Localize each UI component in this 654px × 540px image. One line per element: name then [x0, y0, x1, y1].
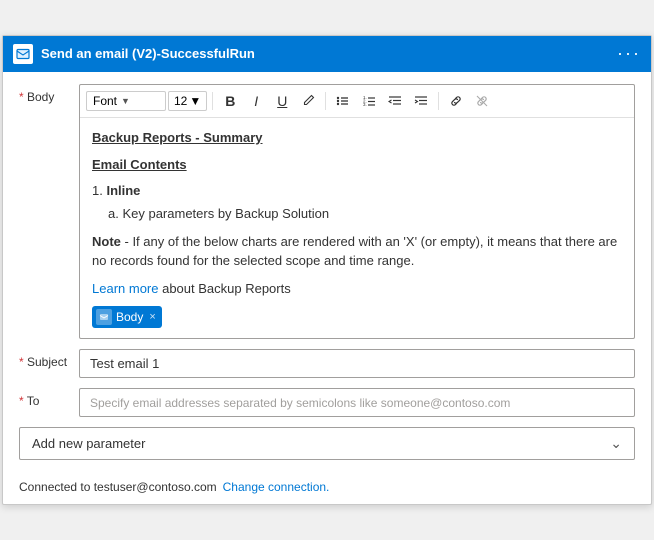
learn-more-line: Learn more about Backup Reports	[92, 279, 622, 299]
to-label: * To	[19, 388, 79, 408]
toolbar-separator-1	[212, 92, 213, 110]
to-input[interactable]	[79, 388, 635, 417]
bold-button[interactable]: B	[218, 89, 242, 113]
connection-status: Connected to testuser@contoso.com	[19, 480, 217, 494]
header-more-button[interactable]: ···	[617, 43, 641, 64]
editor-wrapper: Font ▼ 12 ▼ B I U	[79, 84, 635, 340]
size-chevron-icon: ▼	[189, 94, 201, 108]
token-close-button[interactable]: ×	[149, 309, 155, 326]
change-connection-link[interactable]: Change connection.	[223, 480, 330, 494]
card-body: * Body Font ▼ 12 ▼ B	[3, 72, 651, 475]
toolbar-separator-3	[438, 92, 439, 110]
to-control	[79, 388, 635, 417]
learn-more-suffix: about Backup Reports	[158, 281, 290, 296]
unlink-button[interactable]	[470, 89, 494, 113]
token-label: Body	[116, 308, 143, 326]
body-editor-wrapper: Font ▼ 12 ▼ B I U	[79, 84, 635, 340]
list-item-1: 1. Inline	[92, 181, 622, 201]
header-left: Send an email (V2)-SuccessfulRun	[13, 44, 255, 64]
card-header: Send an email (V2)-SuccessfulRun ···	[3, 36, 651, 72]
svg-text:3.: 3.	[363, 102, 367, 107]
note-content: - If any of the below charts are rendere…	[92, 234, 617, 269]
email-title: Backup Reports - Summary	[92, 128, 622, 148]
italic-button[interactable]: I	[244, 89, 268, 113]
subject-control	[79, 349, 635, 378]
underline-button[interactable]: U	[270, 89, 294, 113]
token-icon	[96, 309, 112, 325]
sub-item-1: a. Key parameters by Backup Solution	[92, 204, 622, 224]
body-row: * Body Font ▼ 12 ▼ B	[19, 84, 635, 340]
editor-toolbar: Font ▼ 12 ▼ B I U	[80, 85, 634, 118]
add-param-label: Add new parameter	[32, 436, 145, 451]
font-chevron-icon: ▼	[121, 96, 130, 106]
list-label: Inline	[106, 183, 140, 198]
toolbar-separator-2	[325, 92, 326, 110]
ordered-list-button[interactable]: 1. 2. 3.	[357, 89, 381, 113]
note-paragraph: Note - If any of the below charts are re…	[92, 232, 622, 271]
to-row: * To	[19, 388, 635, 417]
body-label: * Body	[19, 84, 79, 104]
add-param-row[interactable]: Add new parameter ⌄	[19, 427, 635, 460]
font-size-selector[interactable]: 12 ▼	[168, 91, 207, 111]
add-param-chevron-icon: ⌄	[610, 435, 622, 452]
subject-input[interactable]	[79, 349, 635, 378]
unordered-list-button[interactable]	[331, 89, 355, 113]
card-footer: Connected to testuser@contoso.com Change…	[3, 474, 651, 504]
font-label: Font	[93, 94, 117, 108]
subject-row: * Subject	[19, 349, 635, 378]
header-title: Send an email (V2)-SuccessfulRun	[41, 46, 255, 61]
email-subtitle: Email Contents	[92, 155, 622, 175]
pen-button[interactable]	[296, 89, 320, 113]
link-button[interactable]	[444, 89, 468, 113]
email-icon	[13, 44, 33, 64]
indent-increase-button[interactable]	[409, 89, 433, 113]
learn-more-link[interactable]: Learn more	[92, 281, 158, 296]
body-token[interactable]: Body ×	[92, 306, 162, 328]
font-selector[interactable]: Font ▼	[86, 91, 166, 111]
subject-label: * Subject	[19, 349, 79, 369]
indent-decrease-button[interactable]	[383, 89, 407, 113]
font-size-label: 12	[174, 94, 187, 108]
note-bold: Note	[92, 234, 121, 249]
email-card: Send an email (V2)-SuccessfulRun ··· * B…	[2, 35, 652, 506]
list-num: 1.	[92, 183, 106, 198]
editor-content[interactable]: Backup Reports - Summary Email Contents …	[80, 118, 634, 339]
